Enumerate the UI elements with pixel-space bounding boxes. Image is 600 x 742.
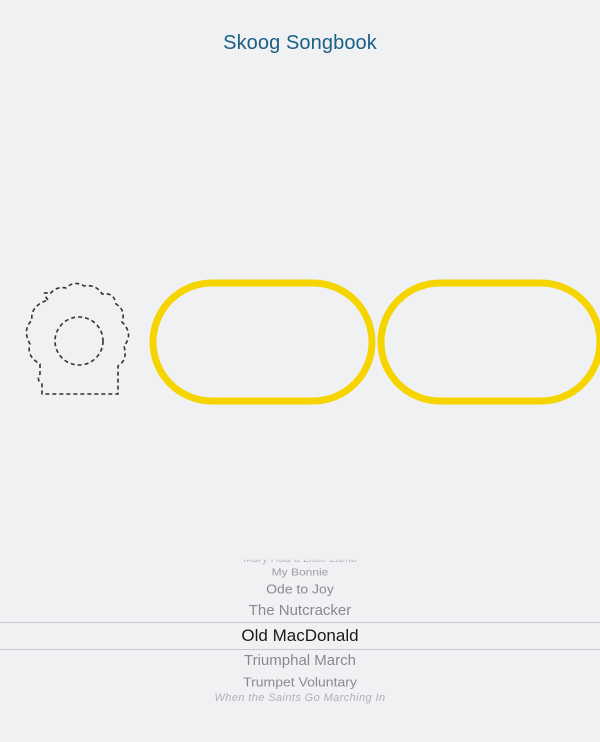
skoog-device-icon[interactable]	[25, 282, 130, 395]
device-row-svg	[25, 279, 600, 405]
picker-selection-top-line	[0, 622, 600, 623]
picker-selection-bottom-line	[0, 649, 600, 650]
picker-item-selected[interactable]: Old MacDonald	[0, 626, 600, 646]
slot-right-pill[interactable]	[377, 279, 600, 405]
picker-item[interactable]: Ode to Joy	[0, 582, 600, 597]
page-title: Skoog Songbook	[223, 32, 377, 54]
song-picker[interactable]: Mary Had a Little Lamb My Bonnie Ode to …	[0, 556, 600, 706]
picker-item[interactable]: My Bonnie	[0, 566, 600, 578]
skoog-device-center-ring	[54, 316, 104, 366]
slot-left-pill[interactable]	[149, 279, 376, 405]
picker-item[interactable]: Triumphal March	[0, 652, 600, 669]
picker-item[interactable]: Mary Had a Little Lamb	[0, 560, 600, 565]
device-row	[0, 270, 600, 420]
picker-item[interactable]: The Nutcracker	[0, 602, 600, 619]
skoog-device-outline	[25, 282, 130, 395]
picker-item[interactable]: When the Saints Go Marching In	[0, 692, 600, 704]
picker-item[interactable]: Trumpet Voluntary	[0, 675, 600, 690]
